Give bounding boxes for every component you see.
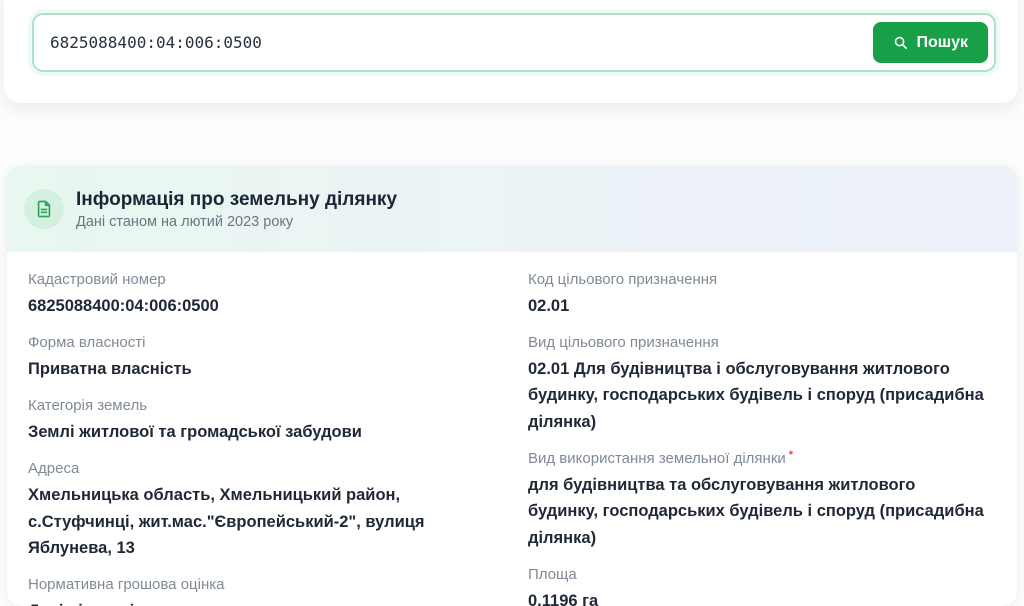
- field-label: Адреса: [28, 458, 500, 480]
- search-icon: [893, 35, 908, 50]
- search-button[interactable]: Пошук: [873, 22, 988, 63]
- left-column: Кадастровий номер 6825088400:04:006:0500…: [28, 269, 500, 606]
- search-button-label: Пошук: [916, 34, 968, 52]
- field-label: Код цільового призначення: [528, 269, 989, 291]
- search-input[interactable]: [34, 33, 873, 52]
- page-title: Інформація про земельну ділянку: [76, 188, 397, 212]
- field-label: Вид цільового призначення: [528, 332, 989, 354]
- field-normative-monetary-valuation: Нормативна грошова оцінка Дані відсутні: [28, 574, 500, 606]
- field-label: Нормативна грошова оцінка: [28, 574, 500, 596]
- field-label: Категорія земель: [28, 395, 500, 417]
- cadastral-search-field[interactable]: Пошук: [32, 13, 996, 72]
- field-value: Приватна власність: [28, 356, 500, 382]
- right-column: Код цільового призначення 02.01 Вид ціль…: [528, 269, 989, 606]
- field-cadastral-number: Кадастровий номер 6825088400:04:006:0500: [28, 269, 500, 319]
- field-value: 02.01 Для будівництва і обслуговування ж…: [528, 356, 989, 435]
- field-purpose-code: Код цільового призначення 02.01: [528, 269, 989, 319]
- info-card-body: Кадастровий номер 6825088400:04:006:0500…: [7, 252, 1017, 606]
- field-value: 0.1196 га: [528, 588, 989, 606]
- info-card-header: Інформація про земельну ділянку Дані ста…: [7, 166, 1017, 252]
- document-icon: [24, 189, 64, 229]
- field-address: Адреса Хмельницька область, Хмельницький…: [28, 458, 500, 561]
- field-land-use-type: Вид використання земельної ділянки* для …: [528, 448, 989, 551]
- field-value: 6825088400:04:006:0500: [28, 293, 500, 319]
- field-label: Форма власності: [28, 332, 500, 354]
- field-value: Дані відсутні: [28, 598, 500, 606]
- field-area: Площа 0.1196 га: [528, 564, 989, 606]
- field-label: Кадастровий номер: [28, 269, 500, 291]
- field-label: Вид використання земельної ділянки*: [528, 448, 989, 470]
- field-value: 02.01: [528, 293, 989, 319]
- land-plot-info-card: Інформація про земельну ділянку Дані ста…: [7, 166, 1017, 606]
- field-value: Землі житлової та громадської забудови: [28, 419, 500, 445]
- field-value: Хмельницька область, Хмельницький район,…: [28, 482, 500, 561]
- field-land-category: Категорія земель Землі житлової та грома…: [28, 395, 500, 445]
- field-label: Площа: [528, 564, 989, 586]
- search-card: Пошук: [4, 0, 1018, 103]
- field-ownership-form: Форма власності Приватна власність: [28, 332, 500, 382]
- required-asterisk: *: [789, 449, 793, 461]
- field-value: для будівництва та обслуговування житлов…: [528, 472, 989, 551]
- field-purpose-type: Вид цільового призначення 02.01 Для буді…: [528, 332, 989, 435]
- data-as-of-subtitle: Дані станом на лютий 2023 року: [76, 214, 397, 230]
